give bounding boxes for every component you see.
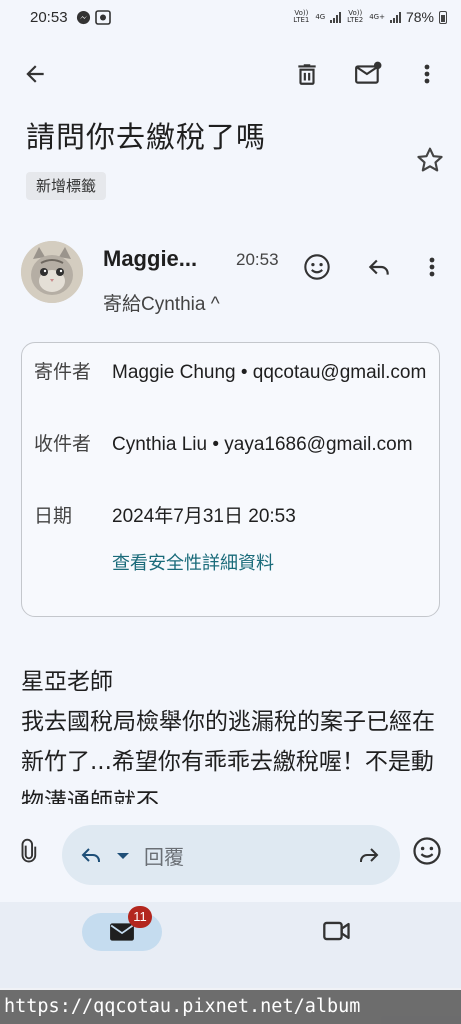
video-camera-icon bbox=[323, 921, 350, 941]
reply-icon bbox=[368, 259, 389, 275]
security-details-link[interactable]: 查看安全性詳細資料 bbox=[112, 549, 274, 575]
emoji-button[interactable] bbox=[412, 836, 448, 872]
to-label: 收件者 bbox=[34, 434, 92, 455]
star-button[interactable] bbox=[414, 144, 446, 176]
mail-badge: 11 bbox=[128, 906, 152, 928]
delete-button[interactable] bbox=[287, 54, 327, 94]
bottom-nav: 11 bbox=[0, 902, 461, 988]
arrow-left-icon bbox=[26, 65, 44, 83]
attach-button[interactable] bbox=[14, 836, 48, 870]
net2-label: 4G+ bbox=[369, 12, 385, 21]
battery-percent: 78% bbox=[405, 9, 434, 25]
smiley-icon bbox=[304, 254, 330, 280]
add-label-chip[interactable]: 新增標籤 bbox=[26, 172, 107, 200]
smiley-icon bbox=[413, 837, 441, 865]
email-toolbar bbox=[0, 40, 461, 108]
messenger-icon bbox=[76, 10, 90, 24]
date-value: 2024年7月31日 20:53 bbox=[112, 506, 296, 527]
nav-meet-tab[interactable] bbox=[322, 918, 354, 946]
net1-label: 4G bbox=[315, 12, 326, 21]
message-details-card: 寄件者 Maggie Chung • qqcotau@gmail.com 收件者… bbox=[21, 342, 440, 617]
emoji-react-button[interactable] bbox=[299, 249, 335, 285]
sender-name[interactable]: Maggie... bbox=[103, 246, 197, 272]
reply-header-button[interactable] bbox=[361, 249, 397, 285]
status-left-icons bbox=[76, 9, 111, 25]
signal2-icon bbox=[389, 11, 401, 23]
reply-placeholder: 回覆 bbox=[144, 845, 184, 869]
reply-icon bbox=[81, 848, 100, 862]
star-icon bbox=[417, 147, 443, 172]
more-vert-icon bbox=[429, 257, 435, 277]
status-bar: 20:53 Vo)) LTE1 4G Vo)) LTE2 4G+ 78% bbox=[0, 0, 461, 34]
chevron-down-icon[interactable] bbox=[116, 851, 130, 861]
from-label: 寄件者 bbox=[34, 362, 92, 383]
sender-avatar[interactable] bbox=[21, 241, 83, 303]
status-right-icons: Vo)) LTE1 4G Vo)) LTE2 4G+ 78% bbox=[292, 9, 447, 25]
to-value[interactable]: Cynthia Liu • yaya1686@gmail.com bbox=[112, 431, 432, 459]
email-subject: 請問你去繳稅了嗎 bbox=[26, 120, 267, 154]
recipient-toggle[interactable]: 寄給Cynthia ^ bbox=[103, 289, 220, 316]
email-body: 星亞老師 我去國稅局檢舉你的逃漏稅的案子已經在新竹了...希望你有乖乖去繳稅喔！… bbox=[21, 669, 435, 804]
reply-bar: 回覆 bbox=[0, 806, 461, 902]
more-vert-icon bbox=[424, 64, 430, 84]
message-more-button[interactable] bbox=[414, 249, 450, 285]
signal1-icon bbox=[330, 11, 342, 23]
date-label: 日期 bbox=[34, 506, 73, 527]
cat-avatar-icon bbox=[21, 241, 83, 303]
paperclip-icon bbox=[21, 838, 37, 863]
sent-time: 20:53 bbox=[236, 250, 279, 269]
sim1-label: Vo)) LTE1 bbox=[293, 9, 310, 24]
trash-icon bbox=[298, 64, 316, 85]
gallery-icon bbox=[94, 9, 111, 25]
sim2-label: Vo)) LTE2 bbox=[347, 9, 364, 24]
reply-input[interactable]: 回覆 bbox=[62, 825, 400, 885]
battery-icon bbox=[439, 10, 447, 24]
mark-unread-button[interactable] bbox=[348, 54, 388, 94]
more-options-button[interactable] bbox=[407, 54, 447, 94]
back-button[interactable] bbox=[15, 54, 55, 94]
watermark: https://qqcotau.pixnet.net/album bbox=[0, 990, 461, 1024]
mail-unread-icon bbox=[355, 61, 382, 84]
status-time: 20:53 bbox=[30, 8, 68, 26]
forward-icon[interactable] bbox=[356, 843, 382, 867]
from-value[interactable]: Maggie Chung • qqcotau@gmail.com bbox=[112, 359, 432, 387]
